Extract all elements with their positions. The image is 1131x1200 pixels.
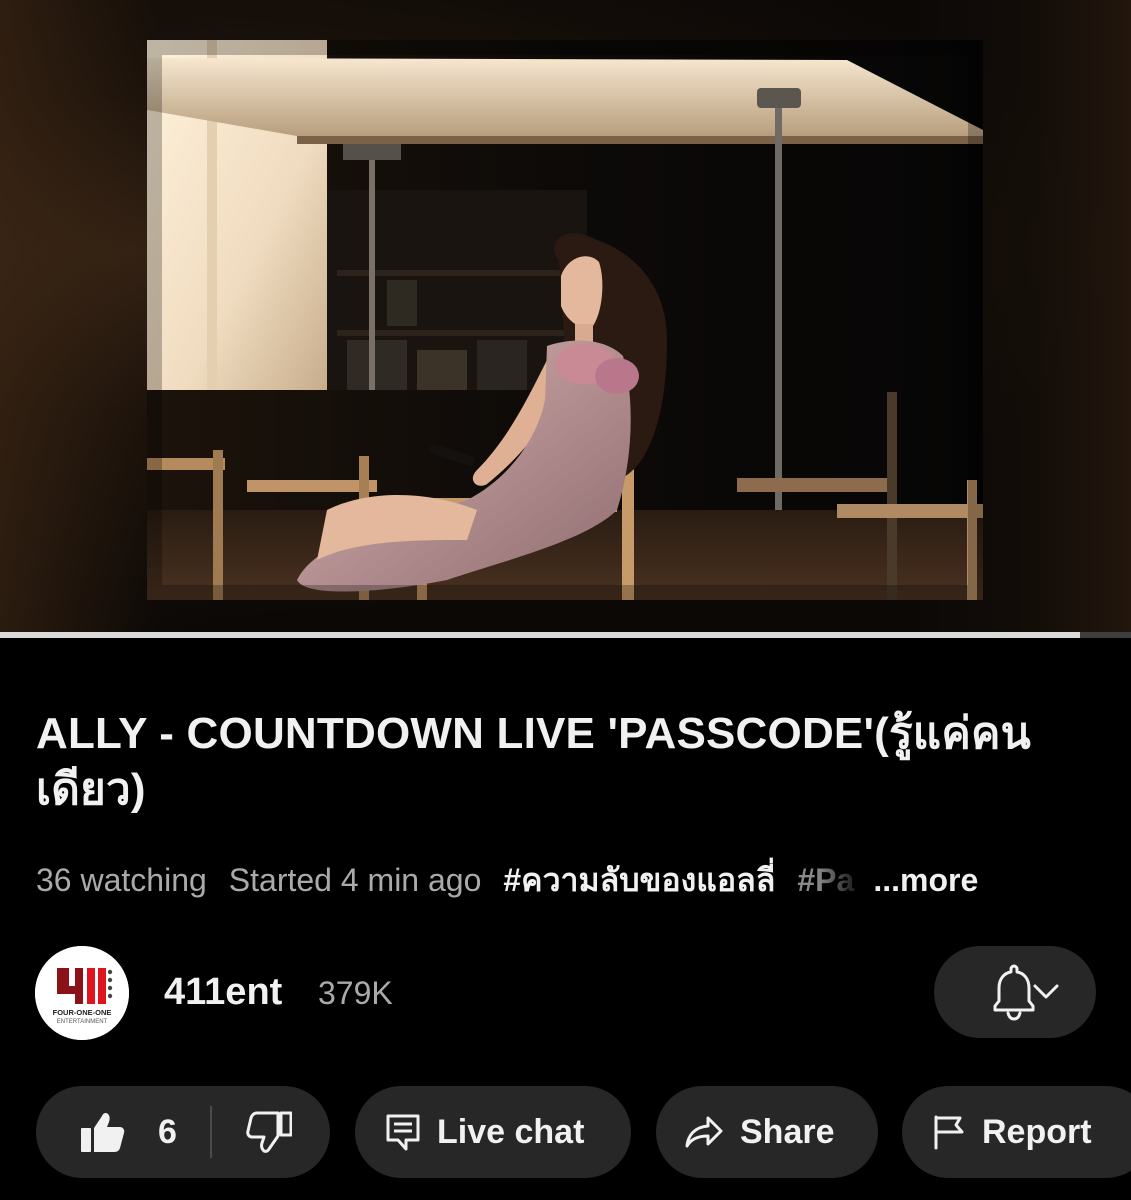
- chevron-down-icon: [1033, 984, 1059, 999]
- notification-bell-button[interactable]: [934, 946, 1096, 1038]
- channel-avatar[interactable]: FOUR-ONE-ONE ENTERTAINMENT: [35, 946, 129, 1040]
- video-player[interactable]: [0, 0, 1131, 632]
- flag-icon: [934, 1115, 964, 1150]
- dislike-button[interactable]: [226, 1086, 330, 1178]
- live-chat-label: Live chat: [437, 1112, 585, 1151]
- video-progress-fill: [0, 632, 1081, 638]
- watching-count: 36 watching: [36, 862, 207, 898]
- like-divider: [210, 1106, 212, 1158]
- video-title[interactable]: ALLY - COUNTDOWN LIVE 'PASSCODE'(รู้แค่ค…: [36, 706, 1096, 818]
- video-thumbnail-image: [147, 40, 983, 600]
- share-icon: [685, 1116, 723, 1148]
- like-button[interactable]: 6: [36, 1086, 208, 1178]
- subscriber-count: 379K: [318, 975, 393, 1011]
- logo-subcaption: ENTERTAINMENT: [57, 1019, 108, 1025]
- like-count: 6: [158, 1112, 177, 1151]
- bell-icon: [993, 964, 1035, 1021]
- hashtag-link-truncated[interactable]: #Pa: [797, 858, 865, 902]
- channel-name[interactable]: 411ent: [164, 968, 282, 1016]
- like-dislike-group: 6: [36, 1086, 330, 1178]
- video-metadata-row[interactable]: 36 watching Started 4 min ago #ความลับขอ…: [36, 858, 1096, 902]
- report-label: Report: [982, 1112, 1092, 1151]
- video-progress-bar[interactable]: [0, 632, 1131, 638]
- channel-logo: FOUR-ONE-ONE ENTERTAINMENT: [35, 946, 129, 1040]
- live-chat-button[interactable]: Live chat: [355, 1086, 631, 1178]
- share-button[interactable]: Share: [656, 1086, 878, 1178]
- thumbs-up-icon: [81, 1112, 125, 1152]
- thumbs-down-icon: [246, 1111, 292, 1153]
- started-time: Started 4 min ago: [228, 862, 482, 898]
- live-video-page: ALLY - COUNTDOWN LIVE 'PASSCODE'(รู้แค่ค…: [0, 0, 1131, 1200]
- video-frame[interactable]: [147, 40, 983, 600]
- share-label: Share: [740, 1112, 835, 1151]
- live-chat-icon: [386, 1114, 420, 1151]
- logo-caption: FOUR-ONE-ONE: [53, 1008, 112, 1017]
- more-button[interactable]: ...more: [873, 858, 978, 902]
- hashtag-link[interactable]: #ความลับของแอลลี่: [503, 858, 775, 902]
- report-button[interactable]: Report: [902, 1086, 1131, 1178]
